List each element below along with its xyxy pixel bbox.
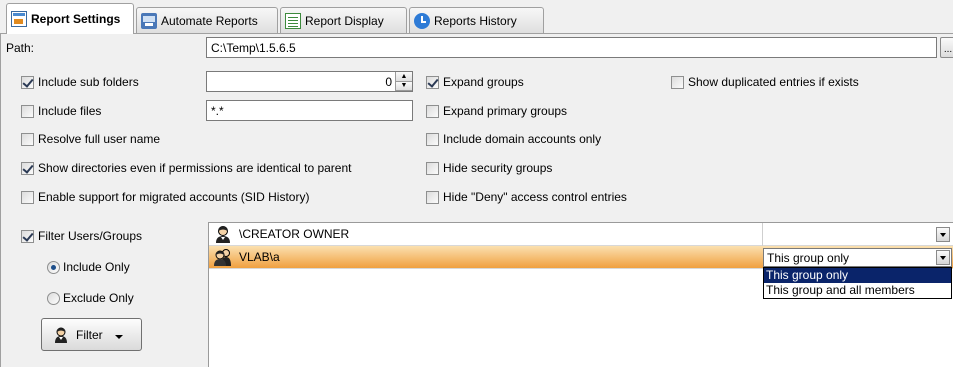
filter-users-grid: \CREATOR OWNER VLAB\a This group only Th… [208, 222, 953, 367]
group-icon [213, 248, 233, 266]
resolve-full-user-name-checkbox[interactable]: Resolve full user name [21, 132, 160, 146]
cell-divider [762, 223, 763, 246]
checkbox-box[interactable] [21, 132, 34, 146]
exclude-only-label: Exclude Only [63, 291, 134, 305]
checkbox-box[interactable] [426, 104, 439, 118]
tab-label: Automate Reports [161, 14, 258, 28]
hide-deny-entries-checkbox[interactable]: Hide "Deny" access control entries [426, 190, 627, 204]
hide-deny-entries-label: Hide "Deny" access control entries [443, 190, 627, 204]
checkbox-box[interactable] [671, 75, 684, 89]
show-directories-checkbox[interactable]: Show directories even if permissions are… [21, 161, 352, 175]
scope-dropdown-button[interactable] [936, 250, 950, 265]
radio-circle[interactable] [47, 260, 60, 274]
checkbox-box[interactable] [426, 190, 439, 204]
checkbox-box[interactable] [21, 161, 34, 175]
spin-down-icon[interactable]: ▼ [396, 81, 412, 91]
depth-spinner[interactable]: ▲ ▼ [395, 72, 412, 91]
exclude-only-radio[interactable]: Exclude Only [47, 291, 134, 305]
show-directories-label: Show directories even if permissions are… [38, 161, 352, 175]
tab-label: Report Display [305, 14, 384, 28]
include-domain-accounts-only-checkbox[interactable]: Include domain accounts only [426, 132, 601, 146]
scope-option[interactable]: This group and all members [764, 283, 951, 298]
include-only-radio[interactable]: Include Only [47, 260, 130, 274]
include-files-label: Include files [38, 104, 102, 118]
checkbox-box[interactable] [426, 132, 439, 146]
scope-select[interactable]: This group only [763, 248, 952, 267]
tab-label: Report Settings [31, 12, 121, 26]
tab-report-display[interactable]: Report Display [280, 7, 407, 34]
automate-reports-icon [141, 13, 157, 29]
browse-button[interactable]: ... [940, 37, 953, 58]
chevron-down-icon [114, 328, 123, 342]
user-filter-icon [52, 326, 70, 344]
tab-reports-history[interactable]: Reports History [409, 7, 544, 34]
path-input[interactable]: C:\Temp\1.5.6.5 [206, 37, 937, 58]
tab-label: Reports History [434, 14, 517, 28]
checkbox-box[interactable] [21, 75, 34, 89]
hide-security-groups-checkbox[interactable]: Hide security groups [426, 161, 552, 175]
chevron-down-icon [940, 232, 946, 237]
report-settings-icon [11, 11, 27, 27]
chevron-down-icon [940, 255, 946, 260]
include-sub-folders-checkbox[interactable]: Include sub folders [21, 75, 139, 89]
expand-primary-groups-checkbox[interactable]: Expand primary groups [426, 104, 567, 118]
include-domain-accounts-only-label: Include domain accounts only [443, 132, 602, 146]
tab-strip: Report Settings Automate Reports Report … [0, 0, 953, 34]
include-sub-folders-label: Include sub folders [38, 75, 139, 89]
spin-up-icon[interactable]: ▲ [396, 72, 412, 82]
enable-sid-history-label: Enable support for migrated accounts (SI… [38, 190, 310, 204]
checkbox-box[interactable] [426, 75, 439, 89]
file-pattern-input[interactable]: *.* [206, 100, 413, 121]
expand-groups-label: Expand groups [443, 75, 524, 89]
include-only-label: Include Only [63, 260, 130, 274]
hide-security-groups-label: Hide security groups [443, 161, 553, 175]
account-name: VLAB\a [239, 250, 280, 264]
checkbox-box[interactable] [21, 104, 34, 118]
user-icon [213, 225, 233, 243]
filter-button[interactable]: Filter [41, 318, 142, 351]
checkbox-box[interactable] [426, 161, 439, 175]
scope-option[interactable]: This group only [764, 268, 951, 283]
tab-automate-reports[interactable]: Automate Reports [136, 7, 278, 34]
table-row[interactable]: VLAB\a This group only [209, 246, 953, 269]
tab-report-settings[interactable]: Report Settings [6, 3, 134, 34]
show-duplicated-entries-checkbox[interactable]: Show duplicated entries if exists [671, 75, 859, 89]
include-files-checkbox[interactable]: Include files [21, 104, 101, 118]
filter-button-label: Filter [76, 327, 103, 342]
account-name: \CREATOR OWNER [239, 227, 350, 241]
radio-circle[interactable] [47, 291, 60, 305]
checkbox-box[interactable] [21, 190, 34, 204]
scope-dropdown-button[interactable] [936, 227, 950, 242]
resolve-full-user-name-label: Resolve full user name [38, 132, 161, 146]
report-display-icon [285, 13, 301, 29]
expand-primary-groups-label: Expand primary groups [443, 104, 568, 118]
enable-sid-history-checkbox[interactable]: Enable support for migrated accounts (SI… [21, 190, 309, 204]
filter-users-groups-label: Filter Users/Groups [38, 229, 143, 243]
checkbox-box[interactable] [21, 229, 34, 243]
reports-history-icon [414, 13, 430, 29]
scope-dropdown-list: This group only This group and all membe… [763, 267, 952, 299]
path-label: Path: [6, 41, 35, 55]
filter-users-groups-checkbox[interactable]: Filter Users/Groups [21, 229, 142, 243]
depth-input[interactable]: 0 [206, 71, 413, 92]
table-row[interactable]: \CREATOR OWNER [209, 223, 953, 246]
show-duplicated-entries-label: Show duplicated entries if exists [688, 75, 859, 89]
expand-groups-checkbox[interactable]: Expand groups [426, 75, 524, 89]
report-settings-panel: Path: C:\Temp\1.5.6.5 ... Include sub fo… [0, 34, 953, 367]
